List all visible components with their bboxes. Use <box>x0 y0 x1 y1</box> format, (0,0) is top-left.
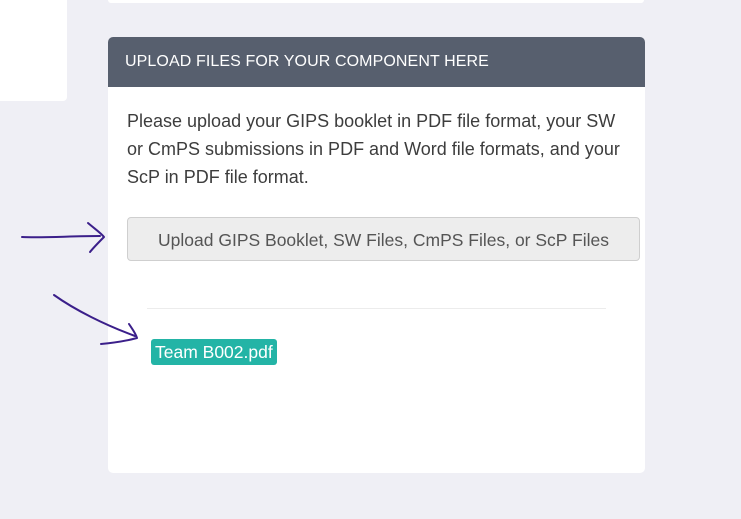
divider <box>147 308 606 309</box>
left-card <box>0 0 67 101</box>
upload-instructions: Please upload your GIPS booklet in PDF f… <box>127 111 620 187</box>
previous-card <box>108 0 644 3</box>
panel-header: UPLOAD FILES FOR YOUR COMPONENT HERE <box>108 37 645 87</box>
upload-files-button[interactable]: Upload GIPS Booklet, SW Files, CmPS File… <box>127 217 640 261</box>
uploaded-file-link[interactable]: Team B002.pdf <box>151 339 277 365</box>
arrow-1-head <box>87 222 105 253</box>
arrow-1-shaft <box>21 235 101 239</box>
upload-panel: UPLOAD FILES FOR YOUR COMPONENT HERE Ple… <box>108 37 645 473</box>
